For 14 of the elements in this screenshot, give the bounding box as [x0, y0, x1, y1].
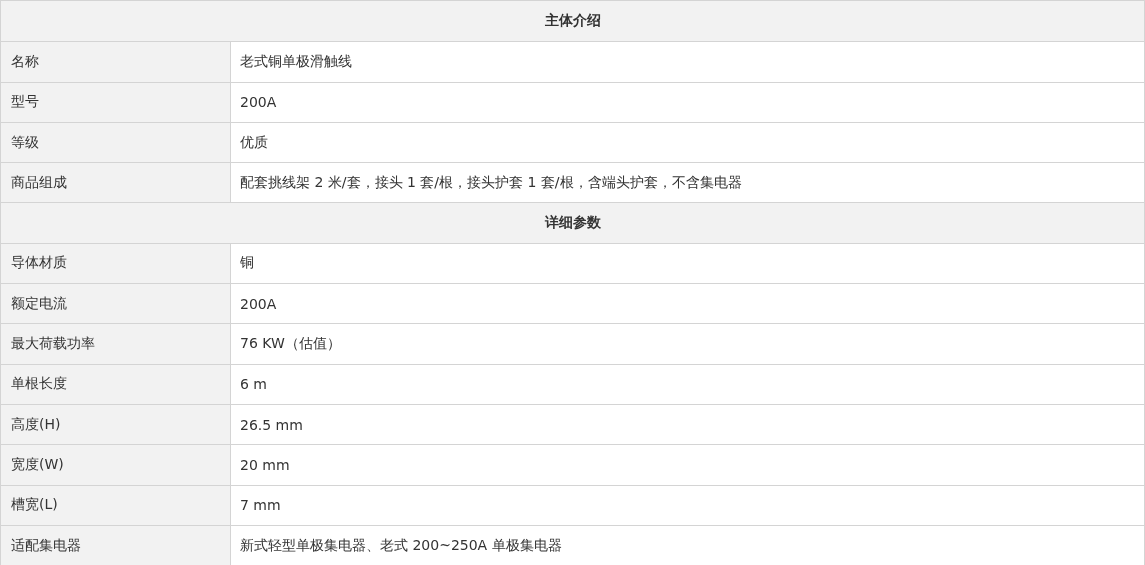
label-cell: 槽宽(L)	[1, 485, 231, 525]
label-cell: 最大荷载功率	[1, 324, 231, 364]
label-cell: 型号	[1, 82, 231, 122]
label-cell: 额定电流	[1, 284, 231, 324]
label-cell: 高度(H)	[1, 404, 231, 445]
section-title: 主体介绍	[544, 12, 601, 31]
label-cell: 名称	[1, 42, 231, 82]
label-cell: 商品组成	[1, 163, 231, 203]
label-cell: 导体材质	[1, 243, 231, 284]
label-cell: 适配集电器	[1, 525, 231, 565]
label-cell: 宽度(W)	[1, 445, 231, 485]
section-title: 详细参数	[544, 214, 601, 233]
label-cell: 单根长度	[1, 364, 231, 404]
label-cell: 等级	[1, 122, 231, 163]
